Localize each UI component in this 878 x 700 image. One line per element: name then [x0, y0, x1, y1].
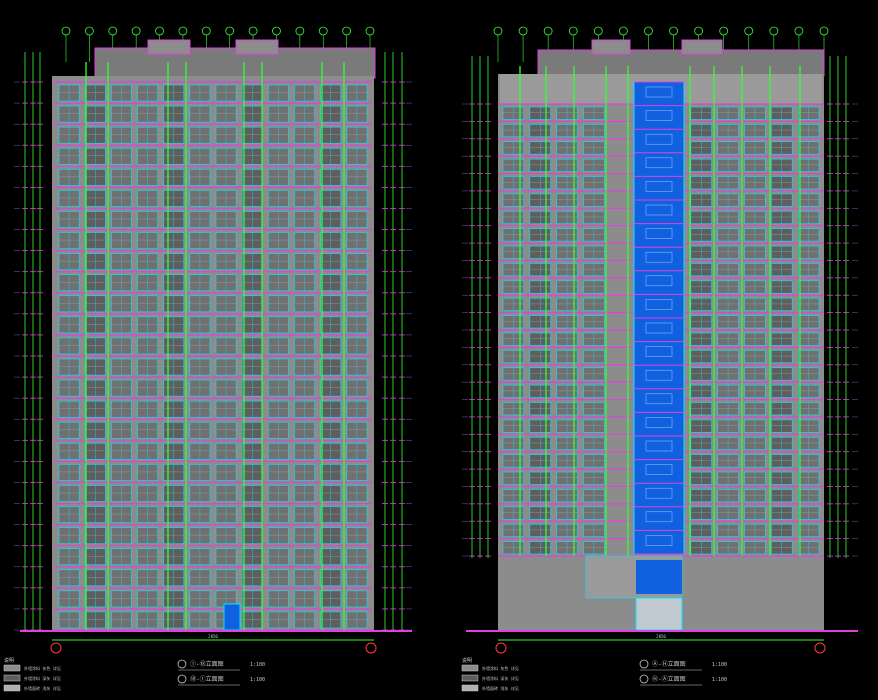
grid-bubble	[493, 26, 503, 36]
grid-bubble	[794, 26, 804, 36]
bottom-grid-bubbles-rear	[495, 642, 826, 654]
bottom-grid-bubbles-front	[50, 642, 377, 654]
legend-row: 外墙涂料 灰色 详见	[461, 664, 519, 672]
grid-bubble	[61, 26, 71, 36]
legend-row: 外墙涂料 深灰 详见	[3, 674, 61, 682]
grid-bubble	[365, 26, 375, 36]
grid-bubble	[178, 26, 188, 36]
grid-bubble	[644, 26, 653, 36]
drawing-title: Ⓗ-Ⓐ立面图	[652, 675, 686, 683]
material-legend-rear: 说明 外墙涂料 灰色 详见 外墙涂料 深灰 详见 外墙面砖 浅灰 详见	[461, 657, 519, 692]
grid-bubble	[568, 26, 578, 36]
glass-curtain-core	[633, 81, 685, 570]
drawing-title-block-front: ①-⑱立面图 1:100 ⑱-①立面图 1:100	[177, 659, 265, 686]
ground-line-rear: 2850	[466, 630, 858, 641]
roof-penthouse-rear	[537, 39, 825, 77]
drawing-scale: 1:100	[712, 662, 727, 668]
material-legend-front: 说明 外墙涂料 灰色 详见 外墙涂料 深灰 详见 外墙面砖 浅灰 详见	[3, 657, 61, 692]
grid-bubble	[155, 26, 164, 36]
grid-bubble	[318, 26, 328, 36]
grid-bubble	[819, 26, 829, 36]
legend-row: 外墙涂料 深灰 详见	[461, 674, 519, 682]
grid-bubble	[84, 26, 94, 36]
drawing-scale: 1:100	[712, 677, 727, 683]
drawing-title: ①-⑱立面图	[190, 660, 224, 668]
svg-text:2850: 2850	[208, 634, 218, 639]
front-elevation-sheet: 2850 说明 外墙涂料 灰色 详见 外墙涂料 深灰 详见 外墙面砖 浅灰 详见…	[3, 26, 412, 692]
grid-bubble	[342, 26, 352, 36]
legend-text: 外墙面砖 浅灰 详见	[24, 685, 61, 691]
grid-bubble	[295, 26, 305, 36]
legend-text: 外墙面砖 浅灰 详见	[482, 685, 519, 691]
cad-drawing-canvas: 2850 说明 外墙涂料 灰色 详见 外墙涂料 深灰 详见 外墙面砖 浅灰 详见…	[3, 26, 858, 692]
drawing-scale: 1:100	[250, 677, 265, 683]
legend-text: 外墙涂料 灰色 详见	[482, 665, 519, 671]
drawing-title: Ⓐ-Ⓗ立面图	[652, 660, 686, 668]
grid-bubble	[593, 26, 603, 36]
legend-text: 外墙涂料 深灰 详见	[24, 675, 61, 681]
grid-bubble	[248, 26, 258, 36]
svg-text:说明: 说明	[462, 657, 472, 664]
grid-bubble	[744, 26, 754, 36]
grid-bubble	[669, 26, 678, 36]
entrance-door-front	[223, 603, 241, 631]
grid-bubble	[108, 26, 118, 36]
legend-row: 外墙面砖 浅灰 详见	[3, 684, 61, 692]
grid-bubble	[201, 26, 211, 36]
legend-row: 外墙涂料 灰色 详见	[3, 664, 61, 672]
roof-penthouse-front	[94, 39, 376, 79]
ground-line-front: 2850	[20, 630, 412, 641]
grid-bubble	[719, 26, 729, 36]
grid-bubble	[225, 26, 235, 36]
grid-bubble	[131, 26, 141, 36]
grid-bubble	[272, 26, 281, 36]
grid-bubble	[769, 26, 779, 36]
svg-text:说明: 说明	[4, 657, 14, 664]
legend-text: 外墙涂料 灰色 详见	[24, 665, 61, 671]
legend-row: 外墙面砖 浅灰 详见	[461, 684, 519, 692]
svg-text:2850: 2850	[656, 634, 666, 639]
grid-bubble	[618, 26, 628, 36]
drawing-title: ⑱-①立面图	[190, 675, 224, 683]
grid-bubble	[518, 26, 528, 36]
grid-bubble	[694, 26, 704, 36]
rear-elevation-sheet: 2850 说明 外墙涂料 灰色 详见 外墙涂料 深灰 详见 外墙面砖 浅灰 详见…	[461, 26, 858, 692]
drawing-title-block-rear: Ⓐ-Ⓗ立面图 1:100 Ⓗ-Ⓐ立面图 1:100	[639, 659, 727, 686]
legend-text: 外墙涂料 深灰 详见	[482, 675, 519, 681]
grid-bubble	[543, 26, 553, 36]
drawing-scale: 1:100	[250, 662, 265, 668]
